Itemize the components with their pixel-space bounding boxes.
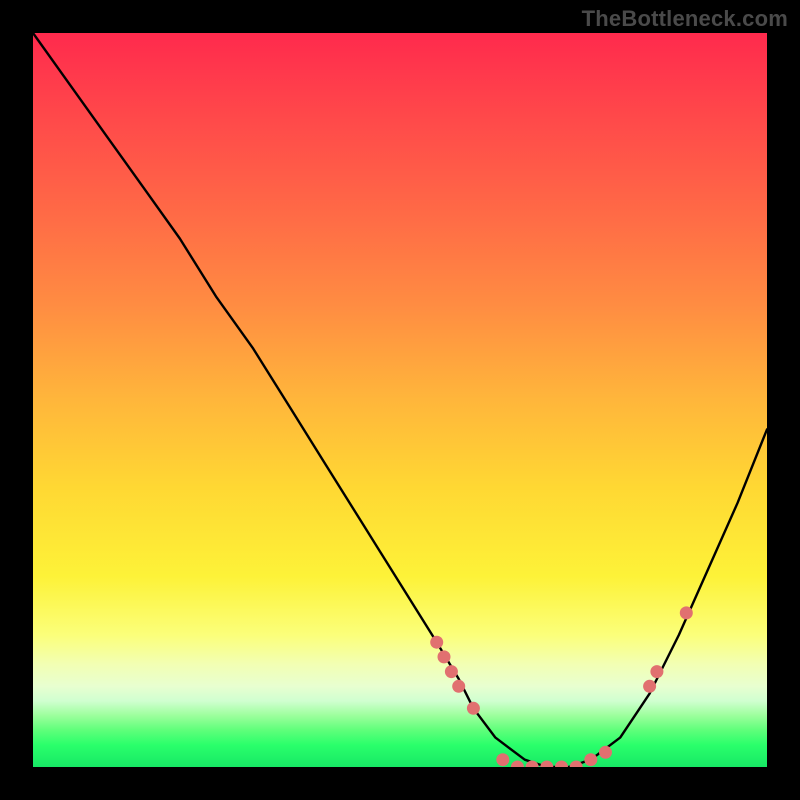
data-marker xyxy=(496,753,509,766)
plot-area xyxy=(33,33,767,767)
data-marker xyxy=(445,665,458,678)
data-marker xyxy=(570,761,583,768)
data-marker xyxy=(511,761,524,768)
data-marker xyxy=(540,761,553,768)
data-marker xyxy=(555,761,568,768)
data-marker xyxy=(650,665,663,678)
data-marker xyxy=(584,753,597,766)
chart-frame: TheBottleneck.com xyxy=(0,0,800,800)
data-marker xyxy=(643,680,656,693)
data-marker xyxy=(452,680,465,693)
bottleneck-curve xyxy=(33,33,767,767)
data-marker xyxy=(430,636,443,649)
data-marker xyxy=(438,650,451,663)
data-marker xyxy=(467,702,480,715)
watermark-label: TheBottleneck.com xyxy=(582,6,788,32)
data-marker xyxy=(680,606,693,619)
data-marker xyxy=(599,746,612,759)
